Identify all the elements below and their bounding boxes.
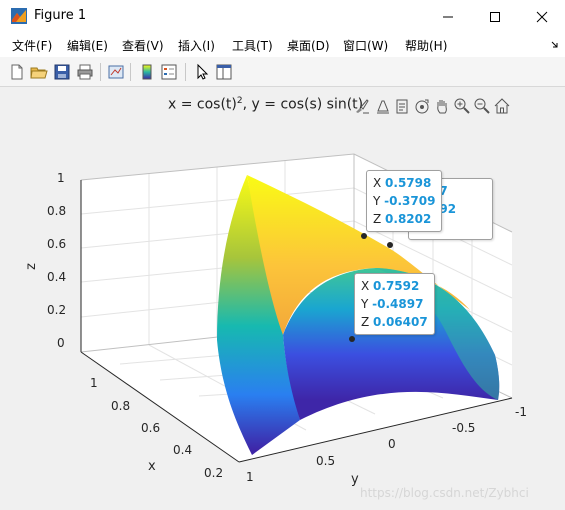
y-tick: -0.5 — [452, 421, 476, 435]
z-tick: 0.4 — [47, 270, 67, 284]
x-tick: 1 — [90, 376, 98, 390]
datatip-marker[interactable] — [361, 233, 367, 239]
datatip-x-value: 0.7592 — [373, 279, 420, 293]
z-tick: 0.2 — [47, 303, 67, 317]
datatip-y-value: -0.3709 — [384, 194, 436, 208]
z-tick: 1 — [57, 171, 65, 185]
x-tick: 0.4 — [173, 443, 193, 457]
y-tick: 0 — [388, 437, 396, 451]
datatip-marker[interactable] — [349, 336, 355, 342]
z-tick: 0 — [57, 336, 65, 350]
z-tick: 0.8 — [47, 204, 67, 218]
datatip-top[interactable]: X 0.5798 Y -0.3709 Z 0.8202 — [366, 170, 443, 232]
datatip-x-value: 0.5798 — [385, 176, 432, 190]
datatip-y-value: -0.4897 — [372, 297, 424, 311]
y-tick: 0.5 — [316, 454, 336, 468]
y-axis-label: y — [351, 472, 359, 487]
watermark: https://blog.csdn.net/Zybhci — [360, 486, 529, 500]
z-tick: 0.6 — [47, 237, 67, 251]
x-axis-label: x — [148, 459, 156, 474]
axes-3d[interactable] — [0, 0, 565, 510]
datatip-z-value: 0.06407 — [373, 315, 428, 329]
y-tick: 1 — [246, 470, 254, 484]
z-axis-label: z — [23, 263, 39, 270]
datatip-bottom[interactable]: X 0.7592 Y -0.4897 Z 0.06407 — [354, 273, 435, 335]
datatip-z-value: 0.8202 — [385, 212, 432, 226]
datatip-marker[interactable] — [387, 242, 393, 248]
y-tick: -1 — [515, 405, 527, 419]
x-tick: 0.8 — [111, 399, 131, 413]
x-tick: 0.2 — [204, 466, 224, 480]
x-tick: 0.6 — [141, 421, 161, 435]
